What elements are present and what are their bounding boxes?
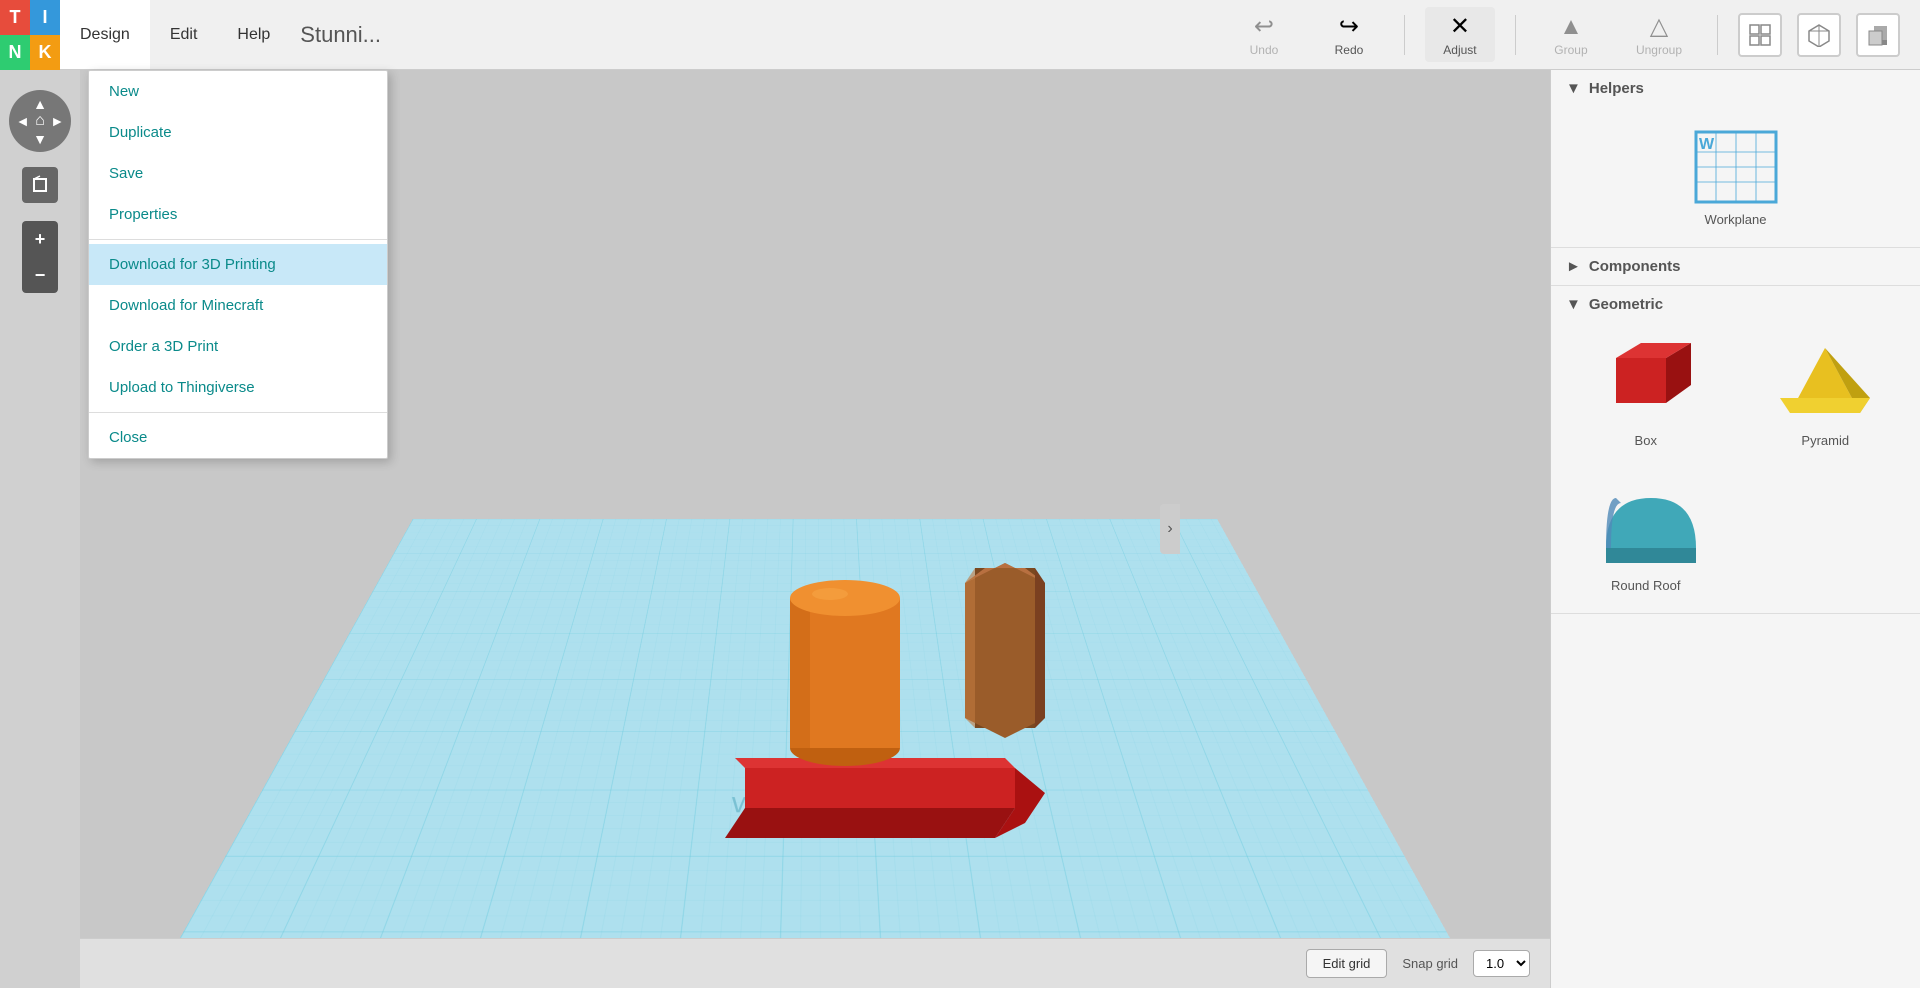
nav-arrow-right[interactable]: ► <box>49 112 66 130</box>
snap-grid-select[interactable]: 1.0 0.5 2.0 <box>1473 950 1530 977</box>
shapes-grid: Box Pyramid <box>1551 323 1920 613</box>
nav-arrow-up[interactable]: ▲ <box>31 95 48 112</box>
dropdown-divider-1 <box>89 239 387 240</box>
edit-grid-button[interactable]: Edit grid <box>1306 949 1388 978</box>
project-title: Stunni... <box>300 22 381 48</box>
undo-button[interactable]: ↩ Undo <box>1229 7 1299 62</box>
geometric-arrow: ▼ <box>1566 296 1581 313</box>
shape-item-roundroof[interactable]: Round Roof <box>1561 468 1731 603</box>
components-section-header[interactable]: ► Components <box>1551 248 1920 285</box>
helpers-arrow: ▼ <box>1566 80 1581 97</box>
menu-item-download-mc[interactable]: Download for Minecraft <box>89 285 387 326</box>
view-reset-button[interactable] <box>22 167 58 203</box>
undo-icon: ↩ <box>1254 12 1274 41</box>
nav-arrow-down[interactable]: ▼ <box>31 130 48 147</box>
nav-menu: Design Edit Help <box>60 0 290 69</box>
view-nav-control[interactable]: ▲ ◄ ⌂ ► ▼ <box>9 90 71 152</box>
right-panel: ▼ Helpers W <box>1550 70 1920 988</box>
components-section: ► Components <box>1551 248 1920 286</box>
nav-help[interactable]: Help <box>217 0 290 69</box>
shape-item-pyramid[interactable]: Pyramid <box>1741 333 1911 458</box>
logo-n: N <box>0 35 30 70</box>
menu-item-download-3d[interactable]: Download for 3D Printing <box>89 244 387 285</box>
menu-item-upload[interactable]: Upload to Thingiverse <box>89 367 387 408</box>
nav-arrow-sw <box>14 130 31 147</box>
menu-item-close[interactable]: Close <box>89 417 387 458</box>
adjust-label: Adjust <box>1443 43 1476 57</box>
logo-t: T <box>0 0 30 35</box>
bottom-bar: Edit grid Snap grid 1.0 0.5 2.0 <box>80 938 1550 988</box>
logo-k: K <box>30 35 60 70</box>
nav-arrow-left[interactable]: ◄ <box>14 112 31 130</box>
toolbar-right: ↩ Undo ↪ Redo ✕ Adjust ▲ Group △ Ungroup <box>1229 7 1920 62</box>
components-arrow: ► <box>1566 258 1581 275</box>
toolbar-divider-3 <box>1717 15 1718 55</box>
workplane-helper-item[interactable]: W Workplane <box>1561 117 1910 237</box>
logo: T I N K <box>0 0 60 70</box>
components-label: Components <box>1589 258 1681 275</box>
ungroup-label: Ungroup <box>1636 43 1682 57</box>
view-grid-button[interactable] <box>1738 13 1782 57</box>
roundroof-icon <box>1596 478 1696 573</box>
menu-item-order-3d[interactable]: Order a 3D Print <box>89 326 387 367</box>
workplane-icon: W <box>1691 127 1781 207</box>
adjust-button[interactable]: ✕ Adjust <box>1425 7 1495 62</box>
snap-grid-label: Snap grid <box>1402 956 1458 971</box>
home-icon <box>30 175 50 195</box>
group-icon: ▲ <box>1559 13 1583 41</box>
helpers-label: Helpers <box>1589 80 1644 97</box>
view-block-button[interactable] <box>1856 13 1900 57</box>
nav-design[interactable]: Design <box>60 0 150 69</box>
ungroup-icon: △ <box>1650 12 1668 41</box>
nav-arrow-ne <box>49 95 66 112</box>
design-dropdown: New Duplicate Save Properties Download f… <box>88 70 388 459</box>
collapse-panel-button[interactable]: › <box>1160 504 1180 554</box>
menu-item-properties[interactable]: Properties <box>89 194 387 235</box>
geometric-section-header[interactable]: ▼ Geometric <box>1551 286 1920 323</box>
helpers-grid: W Workplane <box>1551 107 1920 247</box>
box-icon <box>1596 343 1696 428</box>
group-label: Group <box>1554 43 1587 57</box>
nav-arrow-home[interactable]: ⌂ <box>31 112 48 130</box>
zoom-in-button[interactable]: + <box>22 221 58 257</box>
redo-button[interactable]: ↪ Redo <box>1314 7 1384 62</box>
adjust-icon: ✕ <box>1450 12 1470 41</box>
logo-i: I <box>30 0 60 35</box>
geometric-section: ▼ Geometric Box <box>1551 286 1920 614</box>
hex-prism <box>950 528 1060 778</box>
geometric-label: Geometric <box>1589 296 1663 313</box>
menu-item-duplicate[interactable]: Duplicate <box>89 112 387 153</box>
nav-arrow-nw <box>14 95 31 112</box>
pyramid-icon <box>1775 343 1875 428</box>
toolbar-divider-1 <box>1404 15 1405 55</box>
group-button[interactable]: ▲ Group <box>1536 8 1606 62</box>
nav-arrow-se <box>49 130 66 147</box>
dropdown-divider-2 <box>89 412 387 413</box>
zoom-out-button[interactable]: − <box>22 257 58 293</box>
grid-view-icon <box>1748 23 1772 47</box>
workplane-helper-label: Workplane <box>1705 212 1767 227</box>
header: T I N K Design Edit Help Stunni... ↩ Und… <box>0 0 1920 70</box>
cylinder <box>785 538 905 778</box>
view-3d-button[interactable] <box>1797 13 1841 57</box>
block-view-icon <box>1866 23 1890 47</box>
zoom-controls: + − <box>22 221 58 293</box>
left-panel: ▲ ◄ ⌂ ► ▼ + − <box>0 70 80 988</box>
svg-text:W: W <box>1699 136 1715 153</box>
redo-icon: ↪ <box>1339 12 1359 41</box>
menu-item-new[interactable]: New <box>89 71 387 112</box>
helpers-section: ▼ Helpers W <box>1551 70 1920 248</box>
helpers-section-header[interactable]: ▼ Helpers <box>1551 70 1920 107</box>
roundroof-label: Round Roof <box>1611 578 1680 593</box>
shape-item-box[interactable]: Box <box>1561 333 1731 458</box>
undo-label: Undo <box>1250 43 1279 57</box>
pyramid-label: Pyramid <box>1801 433 1849 448</box>
redo-label: Redo <box>1335 43 1364 57</box>
menu-item-save[interactable]: Save <box>89 153 387 194</box>
ungroup-button[interactable]: △ Ungroup <box>1621 7 1697 62</box>
box-label: Box <box>1635 433 1657 448</box>
nav-edit[interactable]: Edit <box>150 0 218 69</box>
toolbar-divider-2 <box>1515 15 1516 55</box>
cube-view-icon <box>1807 23 1831 47</box>
